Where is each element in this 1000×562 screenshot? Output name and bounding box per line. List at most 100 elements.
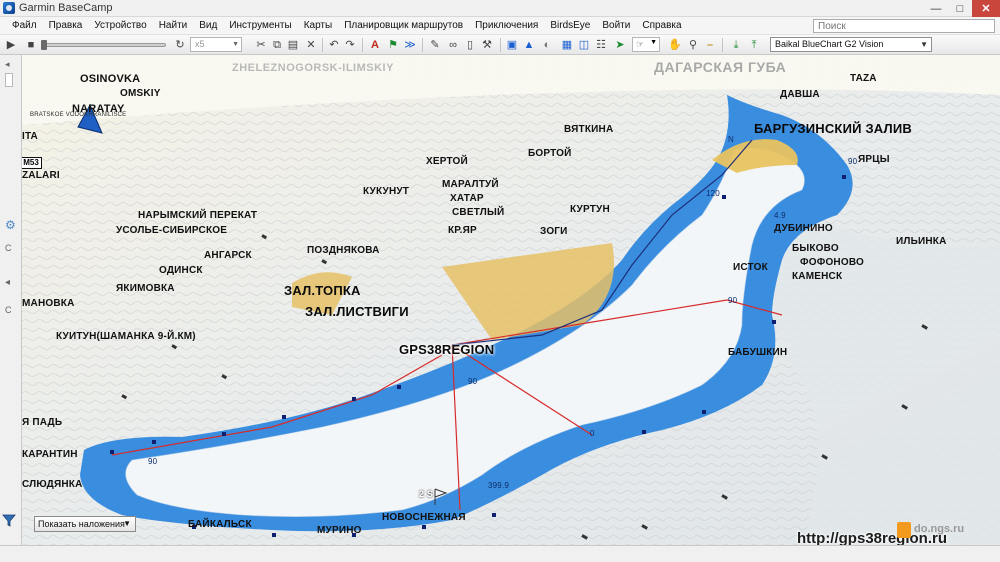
- label-zal-topka: ЗАЛ.ТОПКА: [284, 283, 361, 298]
- split-view-icon[interactable]: ◫: [577, 38, 591, 52]
- cut-icon[interactable]: ✂: [254, 38, 268, 52]
- label-baykalsk: БАЙКАЛЬСК: [188, 519, 252, 530]
- speed-select[interactable]: x5 ▼: [190, 37, 242, 52]
- close-button[interactable]: ✕: [972, 0, 1000, 17]
- title-bar: Garmin BaseCamp: [0, 0, 1000, 17]
- label-khertoy: ХЕРТОЙ: [426, 156, 468, 167]
- label-odinsk: ОДИНСК: [159, 265, 203, 276]
- menu-file[interactable]: Файл: [0, 20, 43, 31]
- panel-expand-icon[interactable]: C: [5, 305, 12, 315]
- undo-icon[interactable]: ↶: [327, 38, 341, 52]
- menu-maps[interactable]: Карты: [298, 20, 339, 31]
- search-input[interactable]: [813, 19, 995, 33]
- new-waypoint-icon[interactable]: ⚑: [386, 38, 400, 52]
- delete-icon[interactable]: ✕: [304, 38, 318, 52]
- menu-tools[interactable]: Инструменты: [223, 20, 297, 31]
- menu-device[interactable]: Устройство: [88, 20, 152, 31]
- panel-expand-icon[interactable]: ◂: [5, 59, 10, 70]
- panel-expand-icon[interactable]: C: [5, 243, 12, 253]
- select-icon: ☞: [636, 39, 645, 49]
- label-pozdnyakova: ПОЗДНЯКОВА: [307, 245, 380, 256]
- label-istok: ИСТОК: [733, 262, 768, 273]
- filter-icon[interactable]: [2, 513, 16, 527]
- redo-icon[interactable]: ↷: [343, 38, 357, 52]
- gear-icon[interactable]: ⚙: [5, 218, 16, 232]
- label-waypoint-2s[interactable]: 2 S: [419, 489, 433, 499]
- menu-help[interactable]: Справка: [636, 20, 687, 31]
- depth-label: 4.9: [774, 211, 786, 220]
- label-murino: МУРИНО: [317, 525, 362, 536]
- maximize-button[interactable]: □: [948, 0, 972, 17]
- show-overlays-dropdown[interactable]: Показать наложения ▼: [34, 516, 136, 532]
- label-davsha: ДАВША: [780, 89, 820, 100]
- 2d-view-icon[interactable]: ▣: [505, 38, 519, 52]
- playback-slider[interactable]: [41, 40, 166, 50]
- library-panel-handle[interactable]: [5, 73, 13, 87]
- label-omskiy: OMSKIY: [120, 88, 161, 99]
- toolbar: ▶ ■ ↻ x5 ▼ ✂ ⧉ ▤ ✕ ↶ ↷ A ⚑ ≫ ✎ ∞ ▯ ⚒ ▣ ▲ …: [0, 35, 1000, 55]
- measure-icon[interactable]: ∞: [446, 38, 460, 52]
- copy-icon[interactable]: ⧉: [270, 38, 284, 52]
- new-route-icon[interactable]: A: [368, 38, 382, 52]
- depth-label: 90: [728, 296, 738, 305]
- tool-select[interactable]: ☞ ▼: [632, 37, 660, 52]
- minimize-button[interactable]: —: [924, 0, 948, 17]
- menu-sign-in[interactable]: Войти: [596, 20, 636, 31]
- layers-icon[interactable]: ☷: [594, 38, 608, 52]
- chevron-down-icon: ▼: [123, 519, 131, 528]
- menu-find[interactable]: Найти: [153, 20, 194, 31]
- new-track-icon[interactable]: ≫: [403, 38, 417, 52]
- label-zalari: ZALARI: [22, 170, 60, 181]
- label-bratskoe: BRATSKOE VODOKHRANILISCE: [30, 112, 127, 118]
- depth-label: 90: [148, 457, 158, 466]
- tools-icon[interactable]: ⚒: [480, 38, 494, 52]
- basecamp-app-icon: [3, 2, 15, 14]
- menu-birdseye[interactable]: BirdsEye: [544, 20, 596, 31]
- send-to-device-icon[interactable]: ⤒: [747, 38, 761, 52]
- map-view[interactable]: ZHELEZNOGORSK-ILIMSKIY ДАГАРСКАЯ ГУБА OS…: [22, 55, 1000, 545]
- menu-route-planner[interactable]: Планировщик маршрутов: [338, 20, 469, 31]
- grid-icon[interactable]: ▦: [560, 38, 574, 52]
- menu-view[interactable]: Вид: [193, 20, 223, 31]
- refresh-icon[interactable]: ↻: [173, 38, 187, 52]
- menu-edit[interactable]: Правка: [43, 20, 89, 31]
- depth-label: 399.9: [488, 481, 510, 490]
- label-maraltuy: МАРАЛТУЙ: [442, 179, 499, 190]
- ngs-logo-icon: [897, 522, 911, 538]
- send-icon[interactable]: ➤: [613, 38, 627, 52]
- label-zal-listvigi: ЗАЛ.ЛИСТВИГИ: [305, 304, 409, 319]
- zoom-icon[interactable]: ⚲: [686, 38, 700, 52]
- eraser-icon[interactable]: ▯: [463, 38, 477, 52]
- hand-icon[interactable]: ✋: [668, 38, 682, 52]
- label-bykovo: БЫКОВО: [792, 243, 839, 254]
- pencil-icon[interactable]: ✎: [428, 38, 442, 52]
- chevron-down-icon: ▼: [920, 40, 928, 49]
- label-babushkin: БАБУШКИН: [728, 347, 788, 358]
- 3d-view-icon[interactable]: ▲: [522, 38, 536, 52]
- road-sign: M53: [22, 157, 42, 169]
- toolbar-divider: [500, 38, 501, 52]
- left-rail: ◂ ⚙ C ◂ C: [0, 55, 22, 545]
- shading-icon[interactable]: ◐: [540, 38, 554, 52]
- label-kurtun: КУРТУН: [570, 204, 610, 215]
- menu-adventures[interactable]: Приключения: [469, 20, 544, 31]
- label-novosnezhnaya: НОВОСНЕЖНАЯ: [382, 512, 466, 523]
- label-angarsk: АНГАРСК: [204, 250, 252, 261]
- label-bortoy: БОРТОЙ: [528, 148, 572, 159]
- ruler-icon[interactable]: ⎯: [703, 38, 717, 52]
- speed-value: x5: [195, 39, 205, 49]
- label-dubinino: ДУБИНИНО: [774, 223, 833, 234]
- label-ita: ITA: [22, 131, 38, 142]
- play-icon[interactable]: ▶: [4, 38, 18, 52]
- label-kuytun: КУИТУН(ШАМАНКА 9-Й.КМ): [56, 331, 196, 342]
- toolbar-divider: [322, 38, 323, 52]
- label-taza: TAZA: [850, 73, 877, 84]
- paste-icon[interactable]: ▤: [286, 38, 300, 52]
- map-product-select[interactable]: Baikal BlueChart G2 Vision ▼: [770, 37, 932, 52]
- map-product-value: Baikal BlueChart G2 Vision: [775, 39, 884, 49]
- depth-label: 0: [590, 429, 595, 438]
- collapse-panel-icon[interactable]: ◂: [5, 277, 10, 288]
- stop-icon[interactable]: ■: [24, 38, 38, 52]
- receive-from-device-icon[interactable]: ⤓: [729, 38, 743, 52]
- slider-thumb[interactable]: [41, 40, 47, 50]
